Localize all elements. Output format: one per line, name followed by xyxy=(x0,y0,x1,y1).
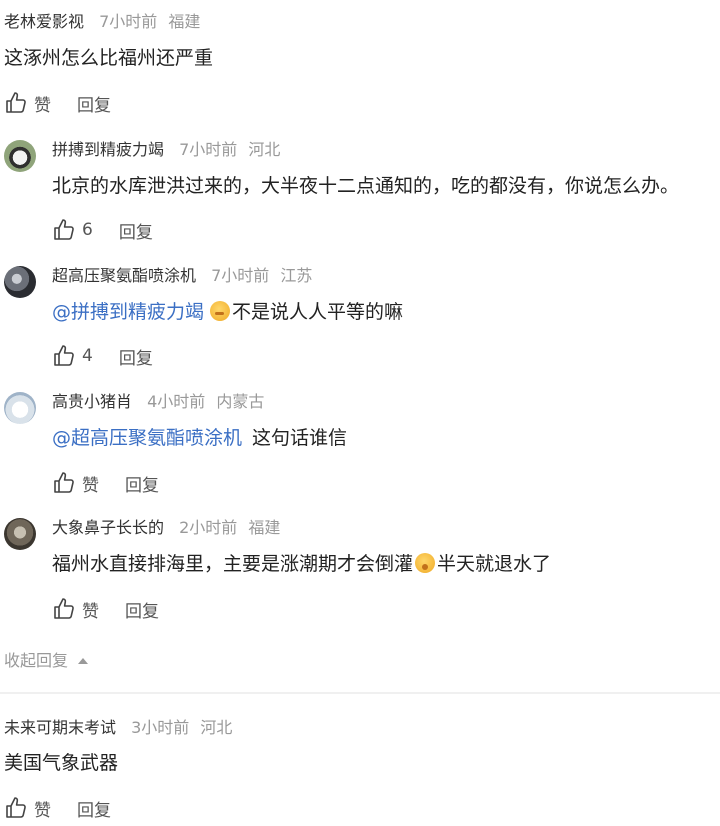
reply-body-part1: 福州水直接排海里，主要是涨潮期才会倒灌 xyxy=(52,553,414,575)
reply-text: 北京的水库泄洪过来的，大半夜十二点通知的，吃的都没有，你说怎么办。 xyxy=(52,175,680,197)
avatar[interactable] xyxy=(4,518,36,550)
reply-location: 内蒙古 xyxy=(216,392,265,411)
like-count: 4 xyxy=(82,346,93,366)
like-count: 赞 xyxy=(34,95,51,116)
avatar[interactable] xyxy=(4,140,36,172)
reply-button[interactable]: 回复 xyxy=(77,796,111,821)
reply-author[interactable]: 大象鼻子长长的 xyxy=(52,518,164,537)
comment-location: 河北 xyxy=(200,718,233,737)
like-count: 赞 xyxy=(82,601,99,622)
comment-time: 3小时前 xyxy=(131,718,190,737)
surprised-emoji-icon xyxy=(415,553,436,573)
reply-author[interactable]: 高贵小猪肖 xyxy=(52,392,132,411)
reply-body-part2: 半天就退水了 xyxy=(437,553,552,575)
reply-item: 大象鼻子长长的 2小时前 福建 福州水直接排海里，主要是涨潮期才会倒灌 半天就退水… xyxy=(0,516,720,626)
like-button[interactable]: 6 xyxy=(52,218,93,242)
comment-time: 7小时前 xyxy=(99,12,158,31)
mention-link[interactable]: @超高压聚氨酯喷涂机 xyxy=(52,427,242,449)
reply-button[interactable]: 回复 xyxy=(125,471,159,496)
reply-actions: 4 回复 xyxy=(52,342,153,370)
reply-item: 超高压聚氨酯喷涂机 7小时前 江苏 @拼搏到精疲力竭 不是说人人平等的嘛 4 回复 xyxy=(0,264,720,374)
thinking-emoji-icon xyxy=(210,301,231,321)
thumbs-up-icon xyxy=(52,471,76,495)
reply-time: 7小时前 xyxy=(211,266,270,285)
comment-location: 福建 xyxy=(168,12,201,31)
reply-actions: 赞 回复 xyxy=(52,595,159,623)
reply-text: 福州水直接排海里，主要是涨潮期才会倒灌 半天就退水了 xyxy=(52,550,551,578)
reply-actions: 赞 回复 xyxy=(52,469,159,497)
reply-location: 河北 xyxy=(248,140,281,159)
reply-meta: 超高压聚氨酯喷涂机 7小时前 江苏 xyxy=(52,264,312,288)
comment-actions: 赞 回复 xyxy=(4,89,111,117)
thumbs-up-icon xyxy=(52,344,76,368)
reply-author[interactable]: 超高压聚氨酯喷涂机 xyxy=(52,266,196,285)
comment-meta: 老林爱影视 7小时前 福建 xyxy=(4,10,200,34)
like-button[interactable]: 赞 xyxy=(4,796,51,821)
reply-meta: 拼搏到精疲力竭 7小时前 河北 xyxy=(52,138,280,162)
reply-time: 2小时前 xyxy=(179,518,238,537)
comment-text: 这涿州怎么比福州还严重 xyxy=(4,47,214,69)
reply-meta: 高贵小猪肖 4小时前 内蒙古 xyxy=(52,390,264,414)
mention-link[interactable]: @拼搏到精疲力竭 xyxy=(52,301,204,323)
thumbs-up-icon xyxy=(4,796,28,820)
like-button[interactable]: 赞 xyxy=(52,471,99,496)
like-button[interactable]: 赞 xyxy=(52,597,99,622)
like-count: 赞 xyxy=(82,475,99,496)
divider xyxy=(0,692,720,694)
comment-author[interactable]: 老林爱影视 xyxy=(4,12,84,31)
thumbs-up-icon xyxy=(4,91,28,115)
reply-text: @超高压聚氨酯喷涂机 这句话谁信 xyxy=(52,424,347,452)
reply-body: 这句话谁信 xyxy=(252,427,348,449)
reply-time: 4小时前 xyxy=(147,392,206,411)
reply-actions: 6 回复 xyxy=(52,216,153,244)
like-count: 赞 xyxy=(34,800,51,821)
reply-button[interactable]: 回复 xyxy=(125,597,159,622)
comment-item: 老林爱影视 7小时前 福建 这涿州怎么比福州还严重 赞 回复 xyxy=(0,10,720,120)
reply-button[interactable]: 回复 xyxy=(119,344,153,369)
reply-item: 拼搏到精疲力竭 7小时前 河北 北京的水库泄洪过来的，大半夜十二点通知的，吃的都… xyxy=(0,138,720,248)
reply-location: 江苏 xyxy=(280,266,313,285)
thumbs-up-icon xyxy=(52,597,76,621)
reply-time: 7小时前 xyxy=(179,140,238,159)
collapse-label: 收起回复 xyxy=(4,651,69,670)
comment-text: 美国气象武器 xyxy=(4,752,119,774)
reply-button[interactable]: 回复 xyxy=(77,91,111,116)
comment-meta: 未来可期末考试 3小时前 河北 xyxy=(4,716,232,740)
reply-item: 高贵小猪肖 4小时前 内蒙古 @超高压聚氨酯喷涂机 这句话谁信 赞 回复 xyxy=(0,390,720,500)
reply-location: 福建 xyxy=(248,518,281,537)
caret-up-icon xyxy=(78,658,89,664)
reply-meta: 大象鼻子长长的 2小时前 福建 xyxy=(52,516,280,540)
like-button[interactable]: 赞 xyxy=(4,91,51,116)
comment-author[interactable]: 未来可期末考试 xyxy=(4,718,116,737)
reply-body: 不是说人人平等的嘛 xyxy=(232,301,404,323)
reply-text: @拼搏到精疲力竭 不是说人人平等的嘛 xyxy=(52,298,403,326)
like-count: 6 xyxy=(82,220,93,240)
comment-item: 未来可期末考试 3小时前 河北 美国气象武器 赞 回复 xyxy=(0,716,720,826)
comment-actions: 赞 回复 xyxy=(4,794,111,822)
avatar[interactable] xyxy=(4,266,36,298)
like-button[interactable]: 4 xyxy=(52,344,93,368)
collapse-replies-button[interactable]: 收起回复 xyxy=(4,650,89,672)
reply-author[interactable]: 拼搏到精疲力竭 xyxy=(52,140,164,159)
reply-button[interactable]: 回复 xyxy=(119,218,153,243)
thumbs-up-icon xyxy=(52,218,76,242)
avatar[interactable] xyxy=(4,392,36,424)
